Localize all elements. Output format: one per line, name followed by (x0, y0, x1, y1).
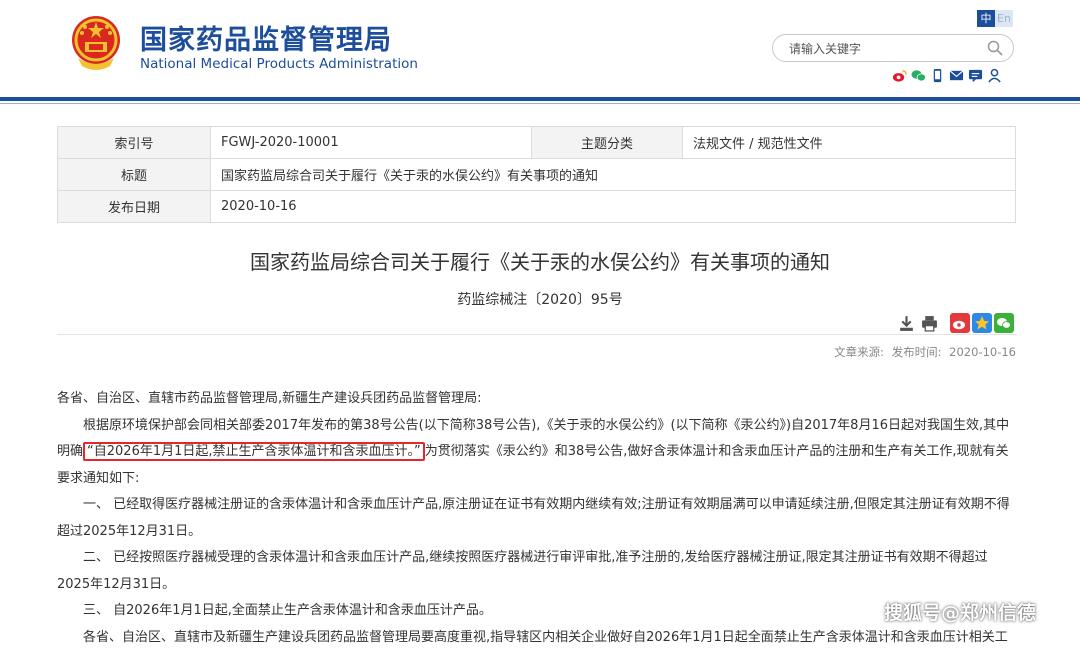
message-icon[interactable] (968, 68, 983, 83)
publish-label: 发布时间: (892, 345, 942, 359)
lang-zh-button[interactable]: 中 (977, 10, 995, 27)
watermark: 搜狐号@郑州信德 (884, 598, 1036, 625)
org-name-cn[interactable]: 国家药品监督管理局 (140, 18, 392, 57)
document-number: 药监综械注〔2020〕95号 (0, 289, 1080, 309)
paragraph-4: 三、 自2026年1月1日起,全面禁止生产含汞体温计和含汞血压计产品。 (57, 598, 1018, 625)
document-info-table: 索引号 FGWJ-2020-10001 主题分类 法规文件 / 规范性文件 标题… (57, 126, 1016, 223)
category-label: 主题分类 (532, 127, 683, 159)
article-tools (898, 315, 938, 332)
highlighted-quote: “自2026年1月1日起,禁止生产含汞体温计和含汞血压计。” (83, 442, 425, 461)
paragraph-2: 一、 已经取得医疗器械注册证的含汞体温计和含汞血压计产品,原注册证在证书有效期内… (57, 492, 1018, 545)
paragraph-3: 二、 已经按照医疗器械受理的含汞体温计和含汞血压计产品,继续按照医疗器械进行审评… (57, 545, 1018, 598)
social-links (892, 68, 1002, 83)
category-value: 法规文件 / 规范性文件 (683, 127, 1016, 159)
article-source: 文章来源: 发布时间: 2020-10-16 (830, 344, 1016, 360)
index-label: 索引号 (58, 127, 211, 159)
wechat-icon[interactable] (911, 68, 926, 83)
article-title: 国家药监局综合司关于履行《关于汞的水俣公约》有关事项的通知 (0, 246, 1080, 275)
search-box (772, 34, 1014, 62)
share-wechat-icon[interactable] (994, 313, 1014, 333)
date-value: 2020-10-16 (211, 191, 1016, 223)
index-value: FGWJ-2020-10001 (211, 127, 532, 159)
table-row: 索引号 FGWJ-2020-10001 主题分类 法规文件 / 规范性文件 (58, 127, 1016, 159)
download-icon[interactable] (898, 315, 915, 332)
salutation: 各省、自治区、直辖市药品监督管理局,新疆生产建设兵团药品监督管理局: (57, 386, 1018, 413)
language-switcher: 中 En (977, 10, 1013, 27)
email-icon[interactable] (949, 68, 964, 83)
publish-date: 2020-10-16 (949, 345, 1016, 359)
title-value: 国家药监局综合司关于履行《关于汞的水俣公约》有关事项的通知 (211, 159, 1016, 191)
mobile-icon[interactable] (930, 68, 945, 83)
search-input[interactable] (787, 39, 981, 59)
share-weibo-icon[interactable] (950, 313, 970, 333)
weibo-icon[interactable] (892, 68, 907, 83)
date-label: 发布日期 (58, 191, 211, 223)
share-qzone-icon[interactable] (972, 313, 992, 333)
paragraph-1: 根据原环境保护部会同相关部委2017年发布的第38号公告(以下简称38号公告),… (57, 413, 1018, 493)
header-divider-thin (0, 103, 1080, 104)
table-row: 发布日期 2020-10-16 (58, 191, 1016, 223)
site-header: 国家药品监督管理局 National Medical Products Admi… (0, 0, 1080, 100)
source-label: 文章来源: (834, 345, 884, 359)
header-divider (0, 97, 1080, 101)
user-icon[interactable] (987, 68, 1002, 83)
lang-en-button[interactable]: En (995, 10, 1013, 27)
title-label: 标题 (58, 159, 211, 191)
article-body: 各省、自治区、直辖市药品监督管理局,新疆生产建设兵团药品监督管理局: 根据原环境… (57, 386, 1018, 651)
source-divider (57, 334, 1016, 335)
print-icon[interactable] (921, 315, 938, 332)
org-name-en[interactable]: National Medical Products Administration (140, 56, 418, 72)
search-icon[interactable] (987, 40, 1003, 56)
share-buttons (950, 313, 1014, 333)
national-emblem-icon[interactable] (70, 14, 122, 72)
paragraph-5: 各省、自治区、直辖市及新疆生产建设兵团药品监督管理局要高度重视,指导辖区内相关企… (57, 625, 1018, 651)
table-row: 标题 国家药监局综合司关于履行《关于汞的水俣公约》有关事项的通知 (58, 159, 1016, 191)
